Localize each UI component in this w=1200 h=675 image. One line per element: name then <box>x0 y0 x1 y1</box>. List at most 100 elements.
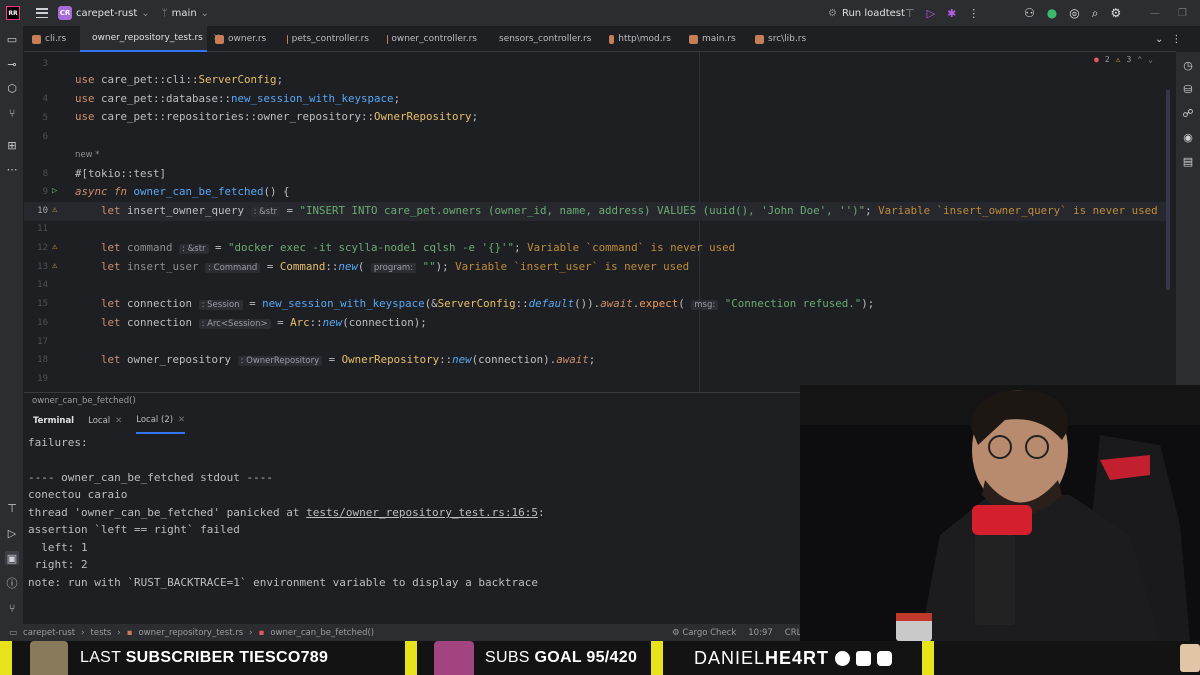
tab-owner-repository-test-rs[interactable]: owner_repository_test.rs✕ <box>80 26 220 52</box>
tab-owner-rs[interactable]: owner.rs <box>207 26 279 52</box>
ai-chat-icon[interactable]: ☍ <box>1181 106 1195 120</box>
crumb[interactable]: owner_can_be_fetched() <box>270 628 374 638</box>
tab-pets-controller-rs[interactable]: pets_controller.rs <box>279 26 379 52</box>
avatar <box>1180 644 1200 672</box>
run-config-icon: ⚙ <box>828 7 837 19</box>
code-line: use care_pet::database::new_session_with… <box>75 92 401 105</box>
notifications-icon[interactable]: ◷ <box>1181 58 1195 72</box>
rust-file-icon <box>609 34 615 44</box>
chevron-down-icon: ⌄ <box>200 7 210 19</box>
git-icon[interactable]: ⑂ <box>5 601 19 615</box>
run-icon[interactable]: ▷ <box>927 7 935 20</box>
brand-name: DANIELHE4RT <box>694 647 830 668</box>
warning-icon[interactable]: ⚠ <box>52 242 57 252</box>
line-number: 10 <box>37 206 48 216</box>
line-number: 14 <box>37 280 48 290</box>
test-filter-icon[interactable]: ⊤ <box>905 7 915 20</box>
run-config-name: Run loadtest <box>841 7 905 19</box>
project-folder-icon[interactable]: ▭ <box>5 32 19 46</box>
ai-assistant-icon[interactable]: ● <box>1047 6 1057 20</box>
close-tab-icon[interactable]: ✕ <box>178 415 185 425</box>
project-widget[interactable]: CR carepet-rust ⌄ <box>58 6 150 20</box>
crumb[interactable]: tests <box>91 628 112 638</box>
usage-hint[interactable]: new * <box>75 148 100 162</box>
tab-src-lib-rs[interactable]: src\lib.rs <box>747 26 827 52</box>
terminal-icon[interactable]: ▣ <box>5 551 19 565</box>
avatar <box>30 641 68 675</box>
crumb[interactable]: owner_repository_test.rs <box>138 628 243 638</box>
warning-icon[interactable]: ⚠ <box>52 261 57 271</box>
line-number: 6 <box>42 132 48 142</box>
terminal-tab-local-2[interactable]: Local (2) ✕ <box>136 408 186 434</box>
more-tools-icon[interactable]: ⋯ <box>5 162 19 176</box>
line-number: 15 <box>37 299 48 309</box>
services-icon[interactable]: ▷ <box>5 526 19 540</box>
tab-http-mod-rs[interactable]: http\mod.rs <box>601 26 681 52</box>
nav-breadcrumb: ▭ carepet-rust › tests › ▪ owner_repositor… <box>9 627 375 638</box>
run-test-icon[interactable]: ▷ <box>52 186 57 196</box>
crumb[interactable]: carepet-rust <box>23 628 75 638</box>
caret-position[interactable]: 10:97 <box>748 628 773 638</box>
warning-icon[interactable]: ⚠ <box>52 205 57 215</box>
warning-count: 3 <box>1126 55 1132 64</box>
terminal-line: ---- owner_can_be_fetched stdout ---- <box>28 471 274 484</box>
code-editor[interactable]: 3 4 5 6 8 9 10 11 12 13 14 15 16 17 18 1… <box>24 52 1176 392</box>
line-number: 5 <box>42 113 48 123</box>
terminal-tab-local[interactable]: Local ✕ <box>88 408 122 434</box>
chevron-down-icon[interactable]: ⌄ <box>1148 55 1153 64</box>
debug-icon[interactable]: ✱ <box>947 7 956 20</box>
minimize-icon[interactable]: — <box>1150 8 1160 19</box>
line-number: 3 <box>42 59 48 69</box>
line-number: 19 <box>37 374 48 384</box>
line-number: 4 <box>42 94 48 104</box>
run-config-selector[interactable]: ⚙ Run loadtest <box>828 0 905 26</box>
editor-tabs: cli.rs owner_repository_test.rs✕ owner.r… <box>24 26 1176 52</box>
source-link[interactable]: tests/owner_repository_test.rs:16:5 <box>306 506 538 519</box>
search-icon[interactable]: ⌕ <box>1092 6 1099 21</box>
more-icon[interactable]: ⋮ <box>968 7 979 20</box>
youtube-icon <box>856 650 872 666</box>
tab-owner-controller-rs[interactable]: owner_controller.rs <box>379 26 487 52</box>
code-line: let insert_user : Command = Command::new… <box>101 260 690 273</box>
cargo-check-widget[interactable]: ⚙ Cargo Check <box>672 628 736 638</box>
editor-scrollbar[interactable] <box>1166 90 1170 290</box>
line-number: 12 <box>37 243 48 253</box>
terminal-line: note: run with `RUST_BACKTRACE=1` enviro… <box>28 576 538 589</box>
add-user-icon[interactable]: ⚇ <box>1024 6 1035 20</box>
main-menu-icon[interactable] <box>36 8 48 18</box>
copilot-chat-icon[interactable]: ◉ <box>1181 130 1195 144</box>
pull-requests-icon[interactable]: ⑂ <box>5 106 19 120</box>
stream-overlay-bar: LAST SUBSCRIBER TIESCO789 SUBS GOAL 95/4… <box>0 641 1200 675</box>
chevron-up-icon[interactable]: ⌃ <box>1137 55 1142 64</box>
last-subscriber-widget: LAST SUBSCRIBER TIESCO789 <box>30 641 328 675</box>
tab-sensors-controller-rs[interactable]: sensors_controller.rs <box>487 26 601 52</box>
maximize-icon[interactable]: ❐ <box>1178 8 1187 19</box>
line-number: 18 <box>37 355 48 365</box>
tab-cli-rs[interactable]: cli.rs <box>24 26 80 52</box>
ide-logo: RR <box>6 6 20 20</box>
structure-icon[interactable]: ⊞ <box>5 138 19 152</box>
terminal-line: left: 1 <box>28 541 88 554</box>
inspection-widget[interactable]: ● 2 ⚠ 3 ⌃ ⌄ <box>1094 55 1153 64</box>
problems-icon[interactable]: ⓘ <box>5 576 19 590</box>
endpoints-icon[interactable]: ▤ <box>1181 154 1195 168</box>
bookmarks-icon[interactable]: ⬡ <box>5 81 19 95</box>
vcs-branch-widget[interactable]: ᛘ main ⌄ <box>162 8 209 19</box>
warning-icon: ⚠ <box>1115 55 1121 64</box>
accent-bar <box>651 641 663 675</box>
accent-bar <box>405 641 417 675</box>
build-icon[interactable]: ⊤ <box>5 501 19 515</box>
tab-list-icon[interactable]: ⌄ <box>1155 34 1163 45</box>
line-number: 11 <box>37 224 48 234</box>
commit-icon[interactable]: ⊸ <box>5 57 19 71</box>
tab-main-rs[interactable]: main.rs <box>681 26 747 52</box>
database-icon[interactable]: ⛁ <box>1181 82 1195 96</box>
rust-file-icon <box>287 34 288 44</box>
code-line: let connection : Session = new_session_w… <box>101 297 875 310</box>
settings-icon[interactable]: ⚙ <box>1110 6 1121 20</box>
rust-file-icon: ▪ <box>126 627 133 638</box>
close-tab-icon[interactable]: ✕ <box>115 416 122 426</box>
more-icon[interactable]: ⋮ <box>1171 34 1181 45</box>
line-number: 13 <box>37 262 48 272</box>
copilot-icon[interactable]: ◎ <box>1069 6 1079 20</box>
